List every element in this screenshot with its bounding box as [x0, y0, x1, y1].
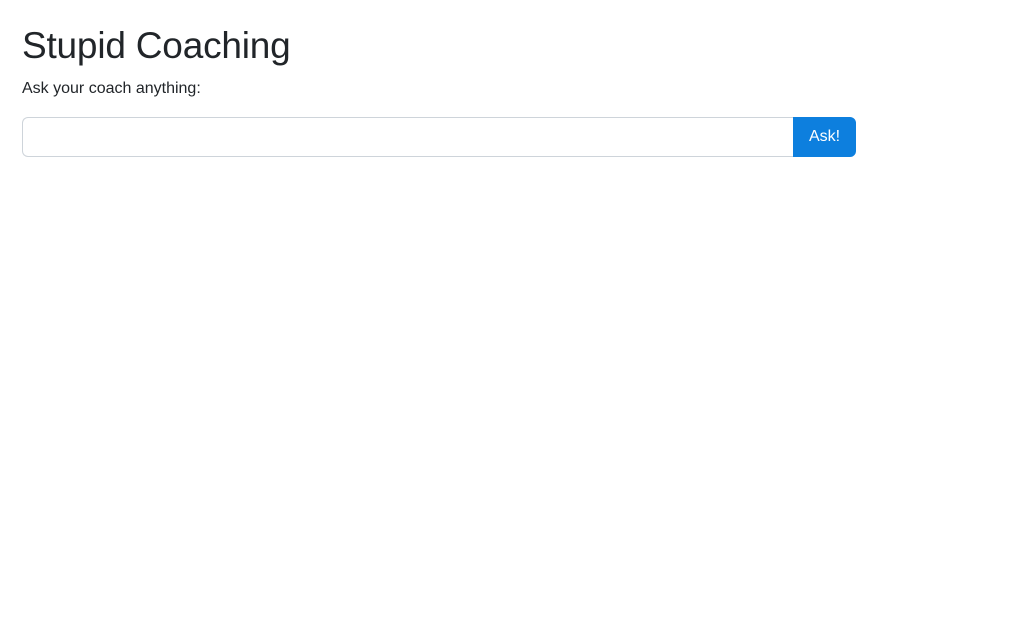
page: Stupid Coaching Ask your coach anything:…: [0, 0, 1024, 642]
ask-form: Ask!: [22, 117, 856, 157]
ask-button[interactable]: Ask!: [793, 117, 856, 157]
question-input[interactable]: [22, 117, 793, 157]
question-label: Ask your coach anything:: [22, 80, 201, 97]
page-title: Stupid Coaching: [22, 25, 291, 66]
